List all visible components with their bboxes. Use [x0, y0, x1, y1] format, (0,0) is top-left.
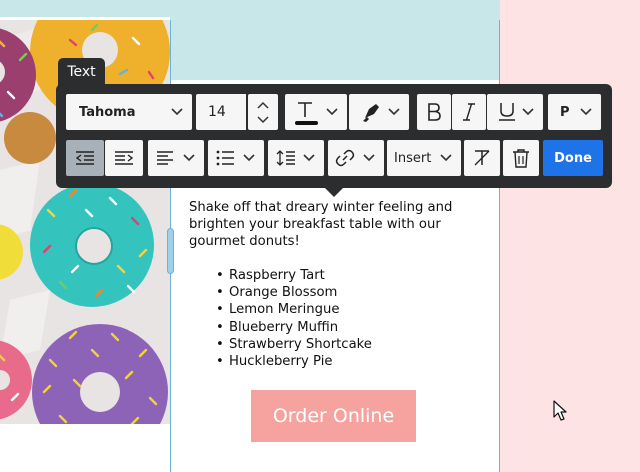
insert-label: Insert: [394, 150, 432, 166]
list-style-select[interactable]: [208, 140, 264, 176]
trash-icon: [513, 149, 529, 168]
chevron-down-icon: [171, 108, 183, 116]
text-color-button[interactable]: [285, 94, 347, 130]
bold-icon: [428, 103, 441, 121]
underline-icon: [499, 103, 515, 121]
insert-select[interactable]: Insert: [387, 140, 461, 176]
list-item: Blueberry Muffin: [216, 319, 372, 336]
bullet-list-icon: [216, 150, 234, 166]
italic-icon: [463, 103, 475, 121]
chevron-down-icon: [303, 154, 315, 162]
chevron-down-icon: [388, 108, 400, 116]
align-select[interactable]: [148, 140, 204, 176]
highlight-color-button[interactable]: [349, 94, 409, 130]
indent-button[interactable]: [105, 140, 143, 176]
chevron-down-icon: [183, 154, 195, 162]
link-icon: [335, 149, 355, 167]
italic-button[interactable]: [452, 94, 486, 130]
chevron-down-icon: [440, 154, 452, 162]
font-size-input[interactable]: 14: [196, 94, 246, 130]
delete-button[interactable]: [503, 140, 539, 176]
indent-icon: [115, 151, 134, 165]
font-family-value: Tahoma: [79, 104, 136, 120]
highlighter-icon: [363, 104, 379, 122]
block-type-tag: Text: [58, 58, 105, 86]
column-header-band: [171, 20, 499, 80]
mouse-pointer-icon: [553, 400, 567, 421]
list-item: Raspberry Tart: [216, 267, 372, 284]
editor-canvas: Shake off that dreary winter feeling and…: [0, 0, 640, 472]
outdent-button[interactable]: [66, 140, 104, 176]
intro-paragraph[interactable]: Shake off that dreary winter feeling and…: [189, 199, 489, 250]
list-item: Huckleberry Pie: [216, 353, 372, 370]
list-item: Lemon Meringue: [216, 301, 372, 318]
flavor-list[interactable]: Raspberry Tart Orange Blossom Lemon Meri…: [216, 267, 372, 370]
paragraph-style-value: P: [560, 104, 570, 120]
resize-handle[interactable]: [167, 228, 174, 274]
list-item: Strawberry Shortcake: [216, 336, 372, 353]
line-height-icon: [276, 150, 295, 166]
chevron-down-icon: [580, 108, 592, 116]
outdent-icon: [75, 151, 94, 165]
chevron-down-icon: [522, 108, 534, 116]
clear-format-icon: [474, 150, 490, 166]
line-height-select[interactable]: [268, 140, 324, 176]
link-select[interactable]: [328, 140, 384, 176]
order-online-button[interactable]: Order Online: [251, 390, 416, 442]
right-column-background: [500, 0, 640, 472]
chevron-down-icon: [243, 154, 255, 162]
chevron-down-icon: [363, 154, 375, 162]
paragraph-style-select[interactable]: P: [548, 94, 601, 130]
clear-format-button[interactable]: [464, 140, 500, 176]
font-size-stepper[interactable]: [248, 94, 278, 130]
done-button[interactable]: Done: [543, 140, 603, 176]
bold-button[interactable]: [417, 94, 451, 130]
chevron-down-icon: [326, 108, 338, 116]
caret-down-icon: [257, 116, 269, 124]
text-format-toolbar: Tahoma 14 P Insert Done: [56, 84, 612, 197]
font-family-select[interactable]: Tahoma: [66, 94, 192, 130]
list-item: Orange Blossom: [216, 284, 372, 301]
caret-up-icon[interactable]: [248, 94, 278, 130]
font-size-value: 14: [208, 104, 226, 120]
underline-button[interactable]: [487, 94, 543, 130]
align-left-icon: [157, 151, 173, 165]
text-color-icon: [295, 102, 318, 125]
